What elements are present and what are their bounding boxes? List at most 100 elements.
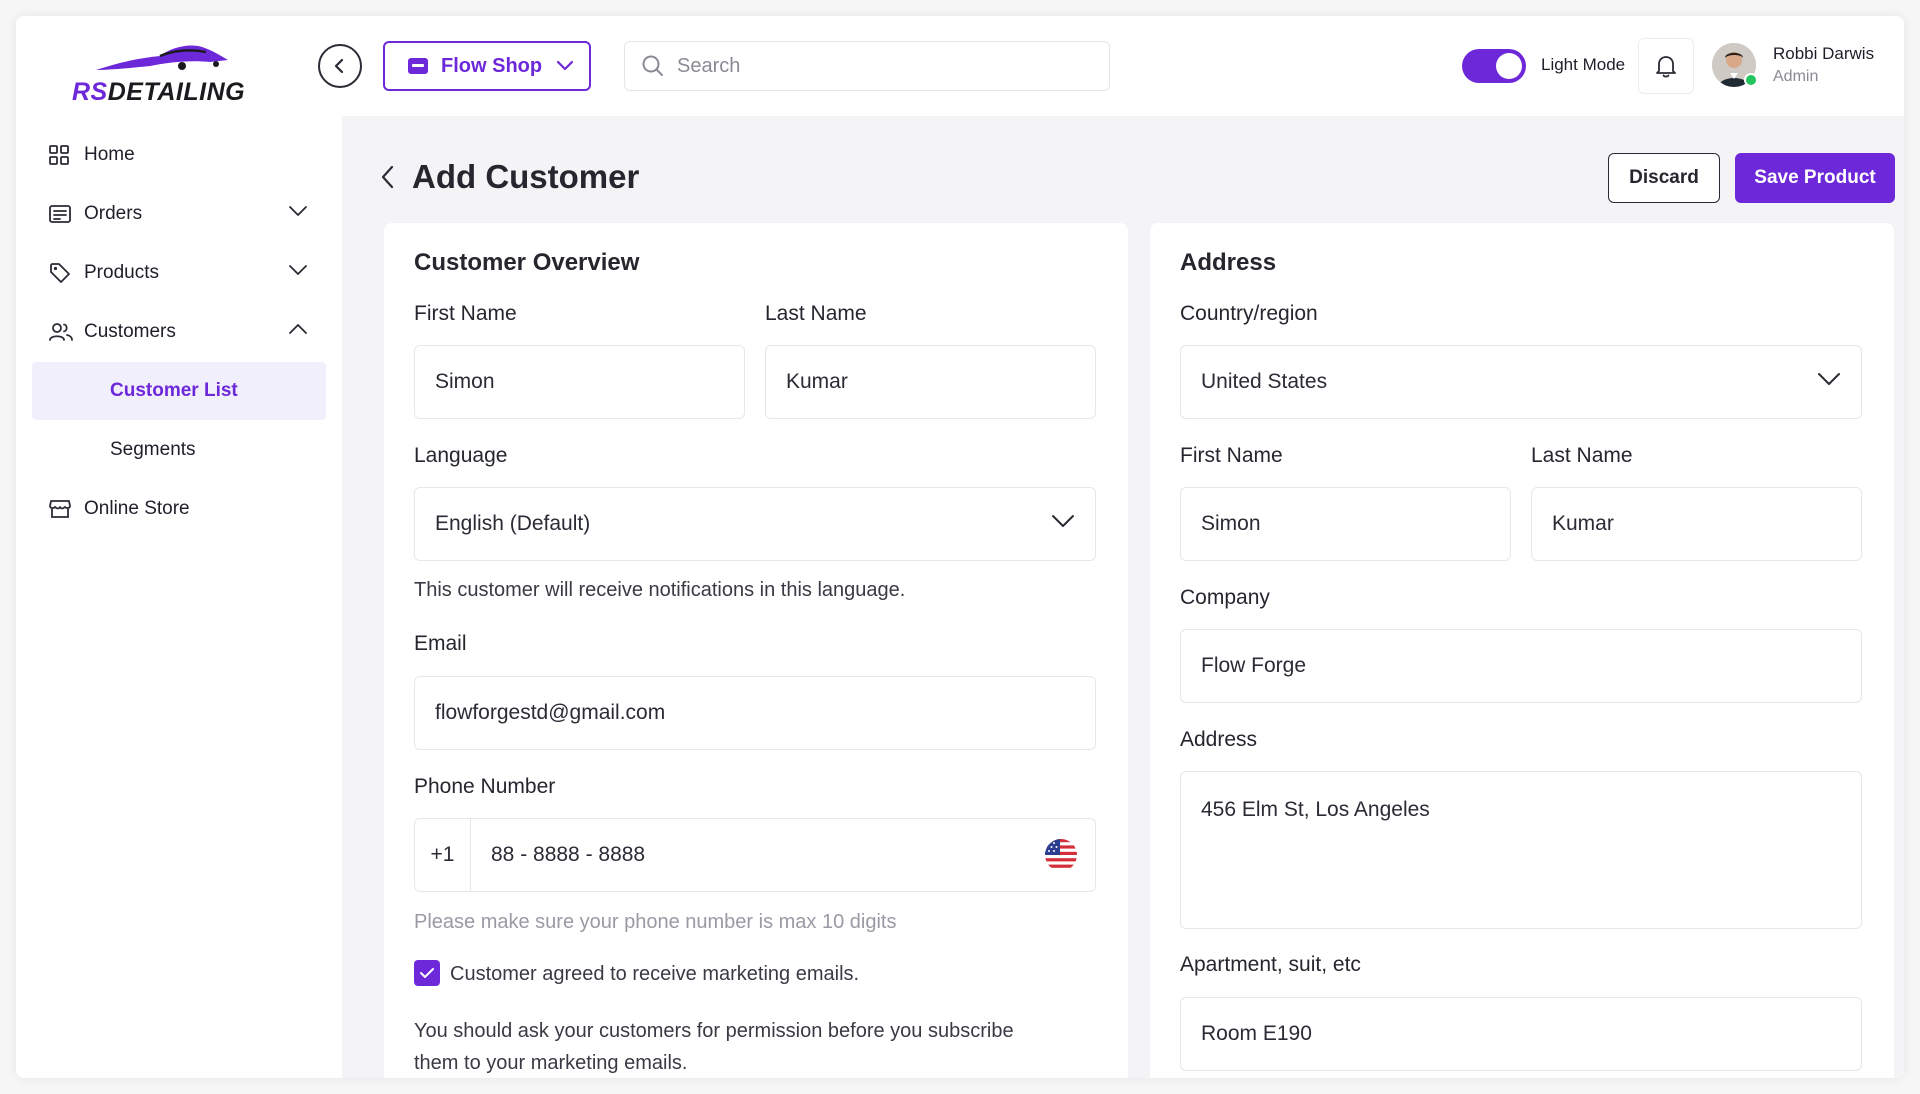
email-label: Email bbox=[414, 632, 467, 655]
back-button[interactable] bbox=[380, 164, 396, 190]
sidebar-item-label: Home bbox=[84, 144, 135, 165]
address-textarea[interactable]: 456 Elm St, Los Angeles bbox=[1180, 771, 1862, 929]
address-first-name-value: Simon bbox=[1201, 512, 1261, 535]
brand-wordmark: RSDETAILING bbox=[72, 78, 246, 106]
marketing-checkbox[interactable] bbox=[414, 960, 440, 986]
phone-value: 88 - 8888 - 8888 bbox=[491, 843, 646, 866]
address-last-name-label: Last Name bbox=[1531, 444, 1633, 467]
us-flag-icon[interactable] bbox=[1045, 839, 1077, 871]
address-last-name-value: Kumar bbox=[1552, 512, 1614, 535]
sidebar-item-label: Customer List bbox=[110, 380, 238, 401]
sidebar: Home Orders Products Customers Customer … bbox=[16, 116, 342, 1078]
light-mode-toggle[interactable] bbox=[1462, 49, 1526, 83]
marketing-help-text: You should ask your customers for permis… bbox=[414, 1015, 1014, 1078]
chevron-down-icon bbox=[289, 265, 307, 275]
company-field[interactable]: Flow Forge bbox=[1180, 629, 1862, 703]
main-content: Add Customer Discard Save Product Custom… bbox=[342, 116, 1904, 1078]
save-product-button[interactable]: Save Product bbox=[1735, 153, 1895, 203]
bell-icon bbox=[1656, 56, 1676, 78]
shop-selector-label: Flow Shop bbox=[441, 54, 543, 77]
chevron-down-icon bbox=[556, 60, 574, 71]
country-code[interactable]: +1 bbox=[415, 819, 471, 891]
apartment-label: Apartment, suit, etc bbox=[1180, 953, 1361, 976]
company-label: Company bbox=[1180, 586, 1270, 609]
email-value: flowforgestd@gmail.com bbox=[435, 701, 666, 724]
phone-field[interactable]: +1 88 - 8888 - 8888 bbox=[414, 818, 1096, 892]
country-value: United States bbox=[1201, 370, 1328, 393]
address-value: 456 Elm St, Los Angeles bbox=[1201, 798, 1430, 821]
shop-selector[interactable]: Flow Shop bbox=[383, 41, 591, 91]
store-icon bbox=[49, 500, 71, 518]
sidebar-item-label: Online Store bbox=[84, 498, 190, 519]
sidebar-item-customer-list[interactable]: Customer List bbox=[32, 362, 326, 420]
address-card: Address Country/region United States Fir… bbox=[1150, 223, 1894, 1078]
chevron-left-icon bbox=[334, 58, 344, 74]
marketing-help-line-1: You should ask your customers for permis… bbox=[414, 1020, 1014, 1042]
discard-button[interactable]: Discard bbox=[1608, 153, 1720, 203]
last-name-value: Kumar bbox=[786, 370, 848, 393]
collapse-sidebar-button[interactable] bbox=[318, 44, 362, 88]
search-bar[interactable] bbox=[624, 41, 1110, 91]
page-title: Add Customer bbox=[412, 158, 640, 195]
users-icon bbox=[49, 323, 73, 341]
store-icon bbox=[408, 58, 428, 74]
search-input[interactable] bbox=[677, 54, 1077, 78]
tag-icon bbox=[50, 263, 70, 283]
notifications-button[interactable] bbox=[1638, 38, 1694, 94]
language-label: Language bbox=[414, 444, 508, 467]
first-name-label: First Name bbox=[414, 302, 517, 325]
card-title: Customer Overview bbox=[414, 249, 640, 276]
chevron-down-icon bbox=[1818, 373, 1840, 385]
search-icon bbox=[642, 55, 663, 76]
user-name: Robbi Darwis bbox=[1773, 44, 1875, 63]
app-window: RSDETAILING Flow Shop Light Mode bbox=[16, 16, 1904, 1078]
light-mode-label: Light Mode bbox=[1541, 55, 1626, 74]
user-role: Admin bbox=[1773, 68, 1819, 85]
marketing-help-line-2: them to your marketing emails. bbox=[414, 1052, 688, 1074]
first-name-field[interactable]: Simon bbox=[414, 345, 745, 419]
sidebar-item-label: Orders bbox=[84, 203, 143, 224]
marketing-checkbox-label[interactable]: Customer agreed to receive marketing ema… bbox=[450, 963, 859, 986]
customer-overview-card: Customer Overview First Name Last Name S… bbox=[384, 223, 1128, 1078]
checkmark-icon bbox=[420, 968, 434, 978]
sidebar-item-products[interactable]: Products bbox=[32, 244, 326, 302]
brand-logo[interactable]: RSDETAILING bbox=[72, 40, 272, 124]
toggle-knob bbox=[1496, 53, 1522, 79]
online-status-dot bbox=[1744, 73, 1758, 87]
top-bar: RSDETAILING Flow Shop Light Mode bbox=[16, 16, 1904, 116]
sidebar-item-home[interactable]: Home bbox=[32, 126, 326, 184]
apartment-field[interactable]: Room E190 bbox=[1180, 997, 1862, 1071]
sidebar-item-label: Products bbox=[84, 262, 159, 283]
address-first-name-field[interactable]: Simon bbox=[1180, 487, 1511, 561]
last-name-label: Last Name bbox=[765, 302, 867, 325]
sidebar-item-customers[interactable]: Customers bbox=[32, 303, 326, 361]
car-logo-icon bbox=[96, 45, 228, 70]
sidebar-item-orders[interactable]: Orders bbox=[32, 185, 326, 243]
card-title: Address bbox=[1180, 249, 1277, 276]
receipt-icon bbox=[49, 205, 71, 223]
chevron-down-icon bbox=[289, 206, 307, 216]
chevron-up-icon bbox=[289, 324, 307, 334]
last-name-field[interactable]: Kumar bbox=[765, 345, 1096, 419]
chevron-left-icon bbox=[381, 165, 394, 189]
phone-help-text: Please make sure your phone number is ma… bbox=[414, 911, 897, 933]
country-select[interactable]: United States bbox=[1180, 345, 1862, 419]
first-name-value: Simon bbox=[435, 370, 495, 393]
address-first-name-label: First Name bbox=[1180, 444, 1283, 467]
email-field[interactable]: flowforgestd@gmail.com bbox=[414, 676, 1096, 750]
grid-icon bbox=[49, 145, 69, 165]
country-label: Country/region bbox=[1180, 302, 1318, 325]
sidebar-item-label: Customers bbox=[84, 321, 176, 342]
sidebar-item-segments[interactable]: Segments bbox=[32, 421, 326, 479]
address-last-name-field[interactable]: Kumar bbox=[1531, 487, 1862, 561]
company-value: Flow Forge bbox=[1201, 654, 1307, 677]
chevron-down-icon bbox=[1052, 515, 1074, 527]
address-label: Address bbox=[1180, 728, 1258, 751]
phone-label: Phone Number bbox=[414, 775, 556, 798]
sidebar-item-label: Segments bbox=[110, 439, 196, 460]
language-select[interactable]: English (Default) bbox=[414, 487, 1096, 561]
sidebar-item-online-store[interactable]: Online Store bbox=[32, 480, 326, 538]
language-help-text: This customer will receive notifications… bbox=[414, 579, 906, 601]
language-value: English (Default) bbox=[435, 512, 591, 535]
apartment-value: Room E190 bbox=[1201, 1022, 1312, 1045]
